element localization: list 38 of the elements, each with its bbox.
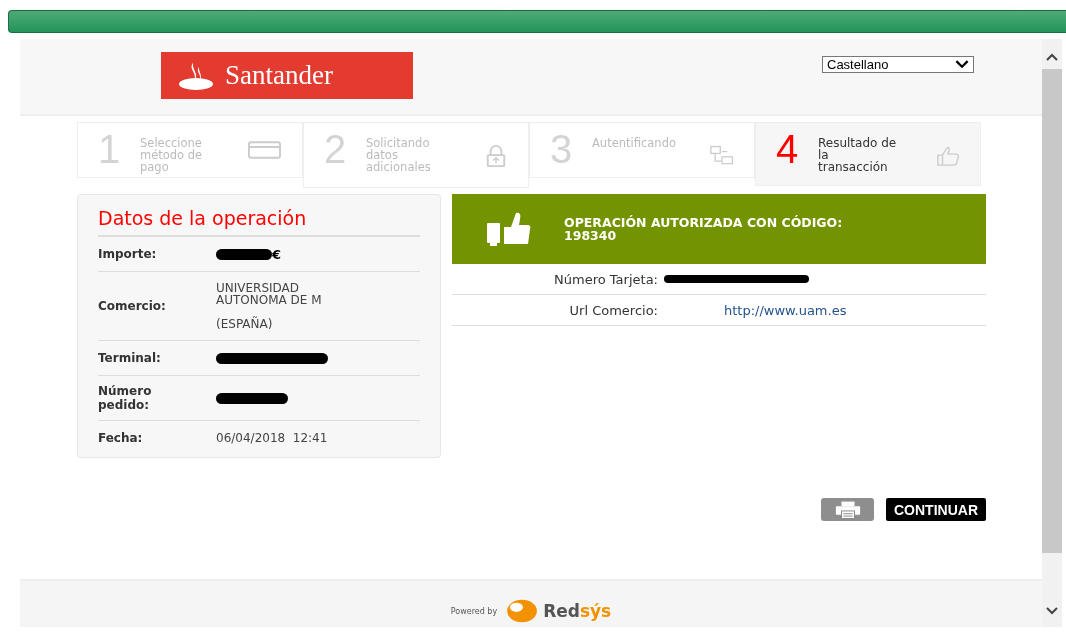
currency-symbol: €	[272, 246, 282, 262]
merchant-link[interactable]: http://www.uam.es	[724, 302, 847, 318]
step-label: Solicitando datos adicionales	[366, 137, 432, 173]
scrollbar[interactable]	[1042, 39, 1062, 627]
thumbs-up-icon	[936, 145, 960, 167]
powered-by-text: Powered by	[450, 606, 498, 616]
card-icon	[248, 141, 281, 159]
step-label: Seleccione método de pago	[140, 137, 204, 173]
scroll-down-icon	[1046, 607, 1058, 615]
printer-icon	[833, 499, 862, 520]
field-label: Fecha:	[98, 431, 144, 445]
field-label: Url Comercio:	[568, 302, 659, 318]
redsys-wordmark: Redsýs	[543, 601, 612, 621]
field-value: (ESPAÑA)	[216, 318, 274, 330]
network-icon	[710, 145, 734, 167]
field-label: Terminal:	[98, 351, 162, 365]
language-select[interactable]: Castellano	[822, 56, 974, 73]
step-label: Autentificando	[592, 137, 677, 149]
redaction-mark	[216, 392, 288, 404]
field-value: 06/04/2018 12:41	[216, 432, 329, 444]
field-label: Número Tarjeta:	[553, 271, 659, 287]
field-label: Importe:	[98, 247, 158, 261]
lock-icon	[484, 145, 508, 167]
redsys-logo-icon	[505, 598, 540, 624]
card-title: Datos de la operación	[98, 195, 420, 237]
scroll-up-icon	[1046, 53, 1058, 61]
field-label: Número pedido:	[98, 384, 153, 412]
step-number: 4	[776, 129, 800, 169]
chevron-down-icon	[955, 60, 969, 69]
field-value: UNIVERSIDAD AUTONOMA DE M	[216, 282, 323, 306]
print-button[interactable]	[821, 498, 874, 521]
continue-button[interactable]: CONTINUAR	[886, 498, 986, 521]
redaction-mark	[216, 248, 272, 260]
field-label: Comercio:	[98, 299, 167, 313]
scroll-thumb[interactable]	[1042, 69, 1062, 553]
success-message: OPERACIÓN AUTORIZADA CON CÓDIGO: 198340	[564, 216, 844, 242]
brand-name: Santander	[225, 60, 333, 91]
step-label: Resultado de la transacción	[818, 137, 898, 173]
